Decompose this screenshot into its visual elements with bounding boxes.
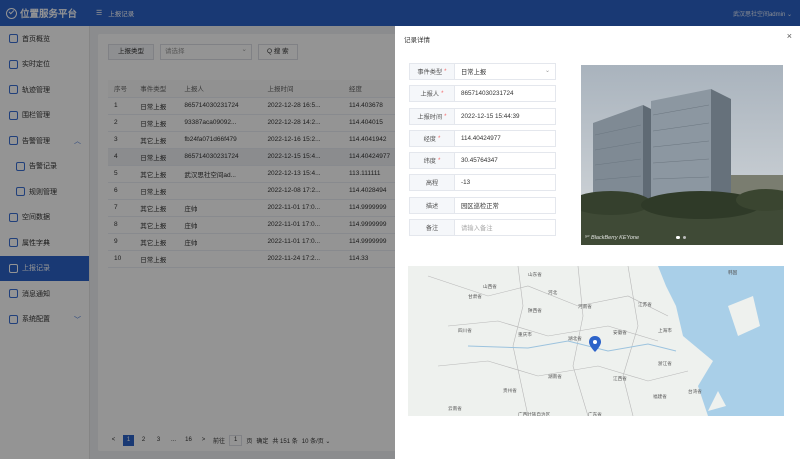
- map-label: 湖南省: [548, 374, 562, 379]
- field-input[interactable]: 114.40424977: [455, 129, 556, 147]
- map-label: 贵州省: [503, 388, 517, 393]
- field-value: 请输入备注: [461, 225, 493, 233]
- map-label: 韩国: [728, 270, 738, 275]
- map-label: 广西壮族自治区: [518, 412, 551, 416]
- map-label: 重庆市: [518, 332, 532, 337]
- field-label-text: 高程: [425, 180, 439, 188]
- form-row: 纬度 * 30.45764347: [409, 152, 556, 170]
- field-input[interactable]: 865714030231724: [455, 85, 556, 103]
- field-label-text: 描述: [425, 202, 439, 210]
- required-mark: *: [441, 90, 444, 98]
- field-value: 865714030231724: [461, 90, 514, 98]
- required-mark: *: [437, 157, 441, 165]
- map-label: 四川省: [458, 328, 472, 333]
- field-input[interactable]: 30.45764347: [455, 152, 556, 170]
- map-canvas: [408, 266, 784, 416]
- map-label: 山东省: [528, 272, 542, 277]
- map-label: 福建省: [653, 394, 667, 399]
- map-label: 安徽省: [613, 330, 627, 335]
- map-label: 上海市: [658, 328, 672, 333]
- carousel-indicator: [676, 235, 686, 239]
- form-row: 描述 园区巡检正常: [409, 196, 556, 214]
- field-label: 事件类型 *: [409, 63, 455, 80]
- map-label: 广东省: [588, 412, 602, 416]
- field-input[interactable]: -13: [455, 174, 556, 192]
- field-label: 高程: [409, 174, 455, 192]
- field-label: 经度 *: [409, 129, 455, 147]
- field-label: 上报时间 *: [409, 107, 455, 125]
- map-label: 山西省: [483, 284, 497, 289]
- required-mark: *: [444, 112, 447, 120]
- form-row: 高程 -13: [409, 174, 556, 192]
- field-input[interactable]: 请输入备注: [455, 219, 556, 237]
- field-label-text: 经度: [423, 135, 436, 143]
- map-label: 陕西省: [528, 308, 542, 313]
- field-label: 备注: [409, 219, 455, 237]
- camera-watermark: ⁵⁰ BlackBerry KEYone: [585, 235, 640, 241]
- field-value: 日常上报: [461, 69, 487, 76]
- required-mark: *: [444, 68, 447, 75]
- map-label: 云南省: [448, 406, 462, 411]
- report-photo[interactable]: ⁵⁰ BlackBerry KEYone: [581, 65, 783, 245]
- field-input[interactable]: 2022-12-15 15:44:39: [455, 107, 556, 125]
- map-label: 甘肃省: [468, 294, 482, 299]
- field-label: 纬度 *: [409, 152, 455, 170]
- required-mark: *: [437, 134, 441, 142]
- field-value: 30.45764347: [461, 157, 498, 165]
- map-label: 台湾省: [688, 389, 702, 394]
- close-icon[interactable]: ×: [787, 31, 792, 41]
- form-row: 备注 请输入备注: [409, 219, 556, 237]
- map-label: 河北: [548, 290, 558, 295]
- chevron-down-icon: ⌄: [544, 68, 550, 74]
- location-map[interactable]: 山东省 韩国山西省 甘肃省 河北陕西省 河南省 江苏省四川省重庆市湖北省 上海市 安徽省浙江省…: [408, 266, 784, 416]
- field-label-text: 上报人: [420, 91, 440, 99]
- field-value: -13: [461, 179, 471, 187]
- field-label-text: 上报时间: [417, 113, 443, 121]
- building-photo: [581, 65, 783, 245]
- form-row: 上报时间 * 2022-12-15 15:44:39: [409, 107, 556, 125]
- field-value: 2022-12-15 15:44:39: [461, 112, 520, 120]
- field-label-text: 备注: [425, 225, 439, 233]
- map-label: 江苏省: [638, 302, 652, 307]
- form-row: 上报人 * 865714030231724: [409, 85, 556, 103]
- field-label: 描述: [409, 196, 455, 214]
- map-label: 湖北省: [568, 336, 582, 341]
- carousel-dot[interactable]: [676, 235, 680, 239]
- field-label: 上报人 *: [409, 85, 455, 103]
- form-row: 事件类型 * 日常上报 ⌄: [409, 63, 556, 80]
- field-label-text: 事件类型: [417, 69, 443, 76]
- field-input[interactable]: 园区巡检正常: [455, 196, 556, 214]
- map-label: 河南省: [578, 304, 592, 309]
- field-value: 114.40424977: [461, 134, 501, 142]
- record-detail-drawer: 记录详情 × 事件类型 * 日常上报 ⌄ 上报人 * 865714030231724 上报时间…: [395, 26, 800, 459]
- drawer-title: 记录详情: [404, 37, 430, 44]
- event-type-select[interactable]: 日常上报 ⌄: [455, 63, 556, 80]
- form-row: 经度 * 114.40424977: [409, 129, 556, 147]
- map-label: 江西省: [613, 376, 627, 381]
- detail-form: 事件类型 * 日常上报 ⌄ 上报人 * 865714030231724 上报时间 * 2022-1…: [409, 63, 556, 241]
- map-label: 浙江省: [658, 361, 672, 366]
- field-label-text: 纬度: [423, 158, 436, 166]
- carousel-dot[interactable]: [682, 235, 686, 239]
- field-value: 园区巡检正常: [461, 202, 499, 210]
